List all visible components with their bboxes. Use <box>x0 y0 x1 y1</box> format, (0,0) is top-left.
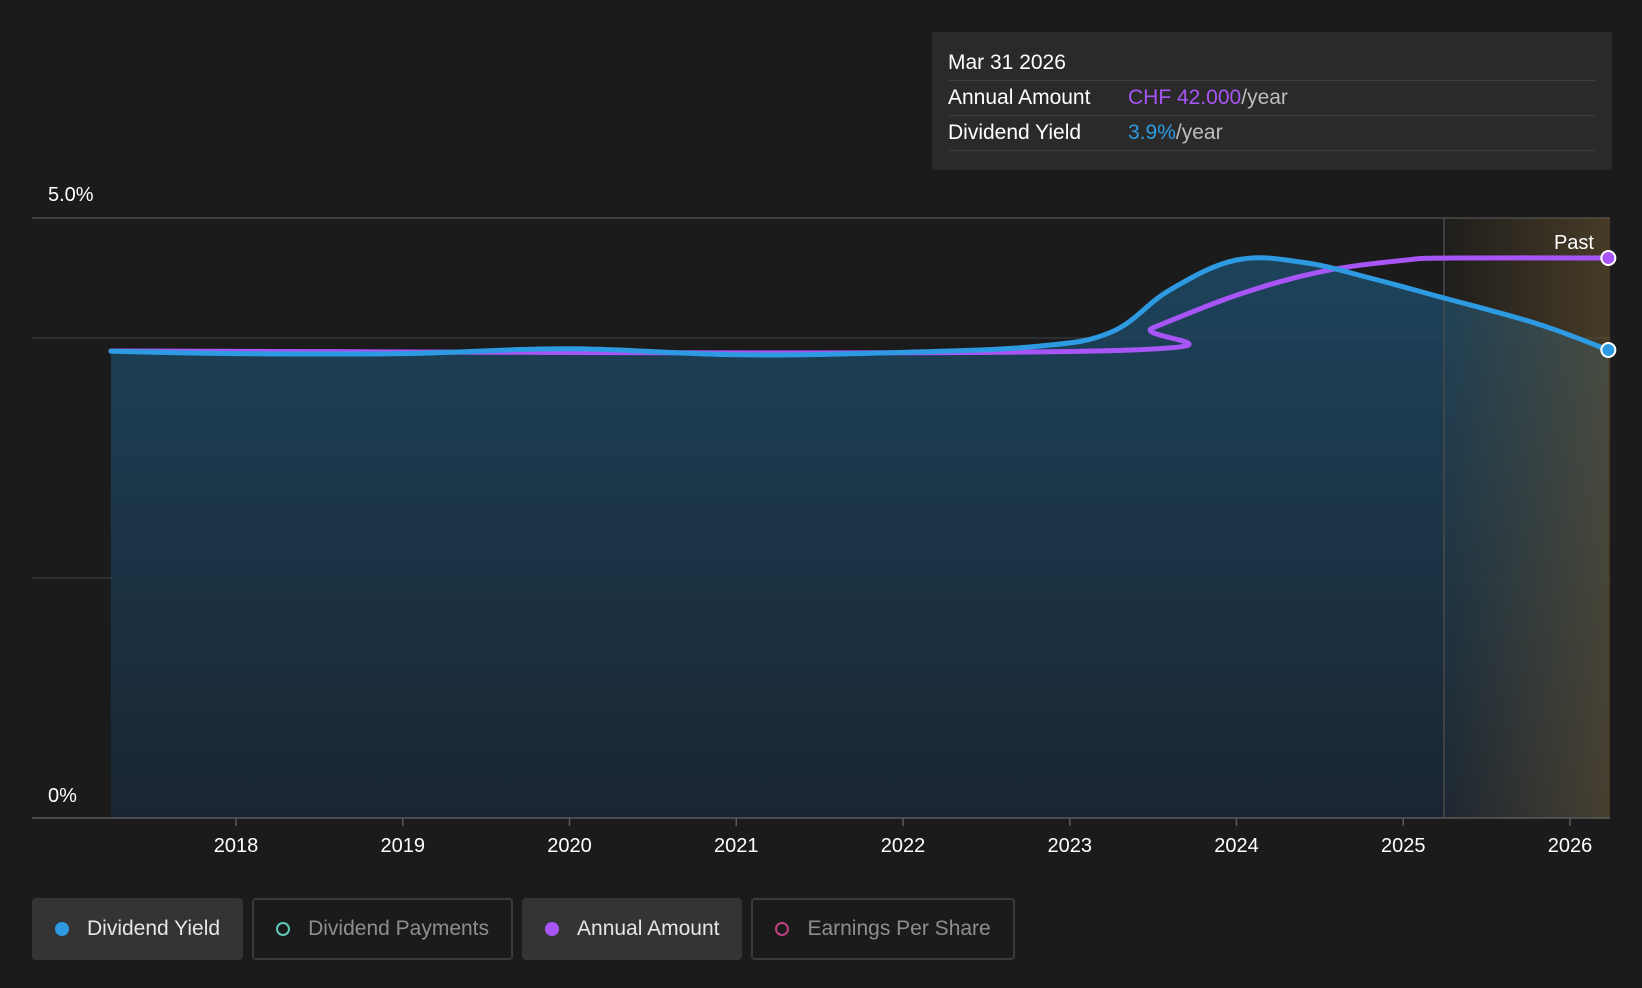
x-axis: 2018 2019 2020 2021 2022 2023 2024 2025 2026 <box>32 817 1610 857</box>
x-tick-label: 2020 <box>547 835 592 857</box>
legend-label: Dividend Payments <box>308 917 490 940</box>
hover-tooltip: Mar 31 2026 Annual Amount CHF 42.000/yea… <box>932 32 1612 170</box>
y-tick-label: 0% <box>48 785 77 807</box>
y-tick-label: 5.0% <box>48 184 94 206</box>
tooltip-row-annual-amount: Annual Amount CHF 42.000/year <box>948 81 1596 116</box>
legend-annual-amount[interactable]: Annual Amount <box>522 898 743 960</box>
dot-icon <box>55 922 69 936</box>
tooltip-unit: /year <box>1175 121 1223 144</box>
legend: Dividend Yield Dividend Payments Annual … <box>32 898 1015 960</box>
x-tick-label: 2019 <box>381 835 426 857</box>
tooltip-label: Annual Amount <box>948 86 1091 109</box>
yield-area <box>110 257 1609 818</box>
x-tick-label: 2023 <box>1048 835 1093 857</box>
annual-amount-end-marker <box>1600 250 1617 266</box>
legend-dividend-yield[interactable]: Dividend Yield <box>32 898 244 960</box>
x-tick-label: 2021 <box>714 835 759 857</box>
tooltip-row-dividend-yield: Dividend Yield 3.9%/year <box>948 116 1596 151</box>
x-tick-label: 2022 <box>881 835 926 857</box>
y-axis: 0% 5.0% <box>48 184 94 807</box>
x-tick-label: 2026 <box>1548 835 1593 857</box>
tooltip-value: 3.9% <box>1128 121 1176 144</box>
ring-icon <box>276 922 291 936</box>
legend-label: Dividend Yield <box>87 917 221 940</box>
past-region: Past <box>1443 218 1610 818</box>
ring-icon <box>775 922 790 936</box>
legend-earnings-per-share[interactable]: Earnings Per Share <box>751 898 1015 960</box>
past-label: Past <box>1554 232 1594 254</box>
past-shade <box>1444 218 1610 818</box>
dot-icon <box>545 922 560 936</box>
legend-label: Earnings Per Share <box>807 917 991 940</box>
x-tick-label: 2024 <box>1214 835 1259 857</box>
tooltip-unit: /year <box>1241 86 1288 109</box>
x-tick-label: 2018 <box>214 835 259 857</box>
x-tick-label: 2025 <box>1381 835 1426 857</box>
legend-dividend-payments[interactable]: Dividend Payments <box>252 898 514 960</box>
yield-area-fill <box>110 257 1609 818</box>
tooltip-label: Dividend Yield <box>948 121 1082 144</box>
legend-label: Annual Amount <box>577 917 720 940</box>
tooltip-value: CHF 42.000 <box>1128 86 1242 109</box>
dividend-yield-end-marker <box>1600 342 1617 358</box>
tooltip-date: Mar 31 2026 <box>948 46 1596 81</box>
